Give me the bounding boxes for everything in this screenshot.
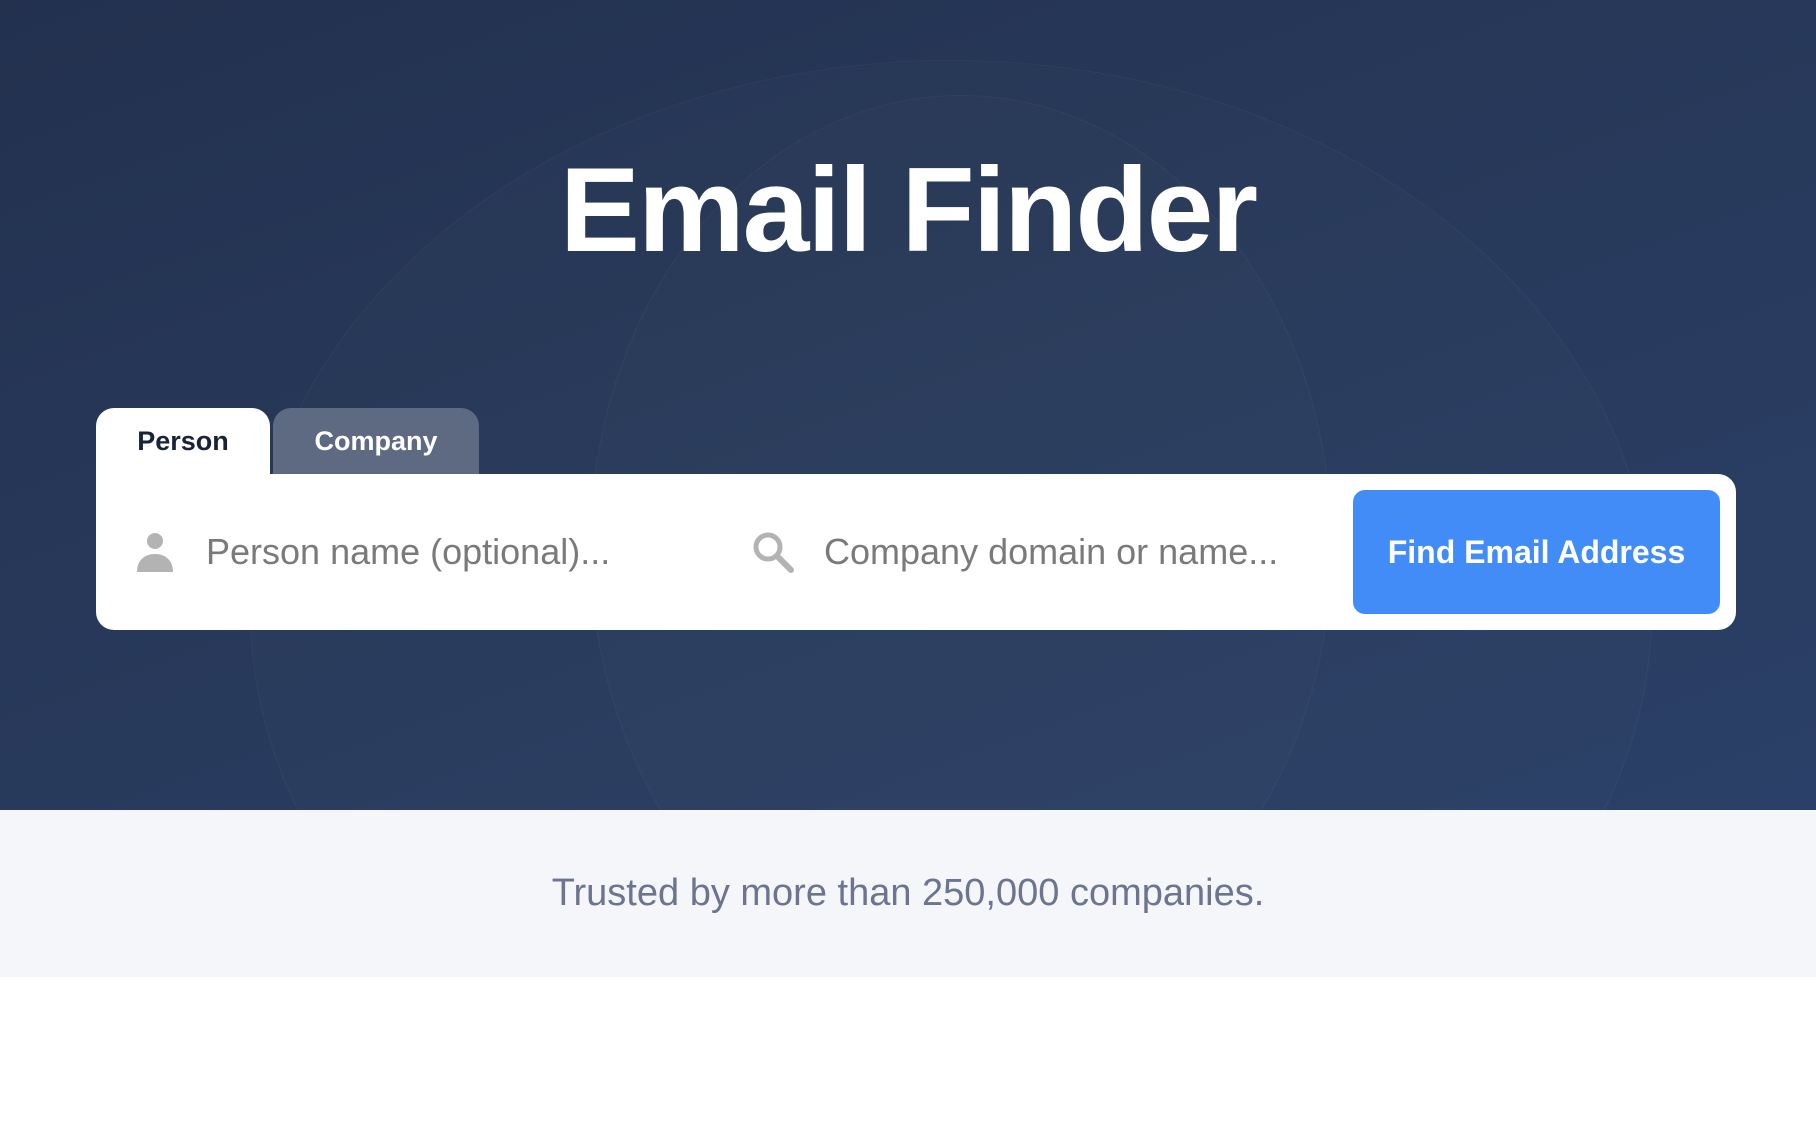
- page: Email Finder Person Company Person name …: [0, 0, 1816, 1146]
- person-icon: [134, 531, 176, 573]
- find-email-button[interactable]: Find Email Address: [1353, 490, 1720, 614]
- search-form: Find Email Address: [96, 474, 1736, 630]
- company-domain-input[interactable]: [824, 531, 1324, 573]
- person-name-field: [134, 504, 714, 600]
- tab-company[interactable]: Company: [273, 408, 479, 474]
- tab-person[interactable]: Person: [96, 408, 270, 474]
- page-title: Email Finder: [559, 143, 1258, 277]
- trust-statement: Trusted by more than 250,000 companies.: [551, 872, 1265, 914]
- search-icon: [752, 531, 794, 573]
- person-name-input[interactable]: [206, 531, 706, 573]
- hero-section: Email Finder Person Company Person name …: [0, 0, 1816, 810]
- trust-band: Trusted by more than 250,000 companies.: [0, 810, 1816, 977]
- company-domain-field: [752, 504, 1332, 600]
